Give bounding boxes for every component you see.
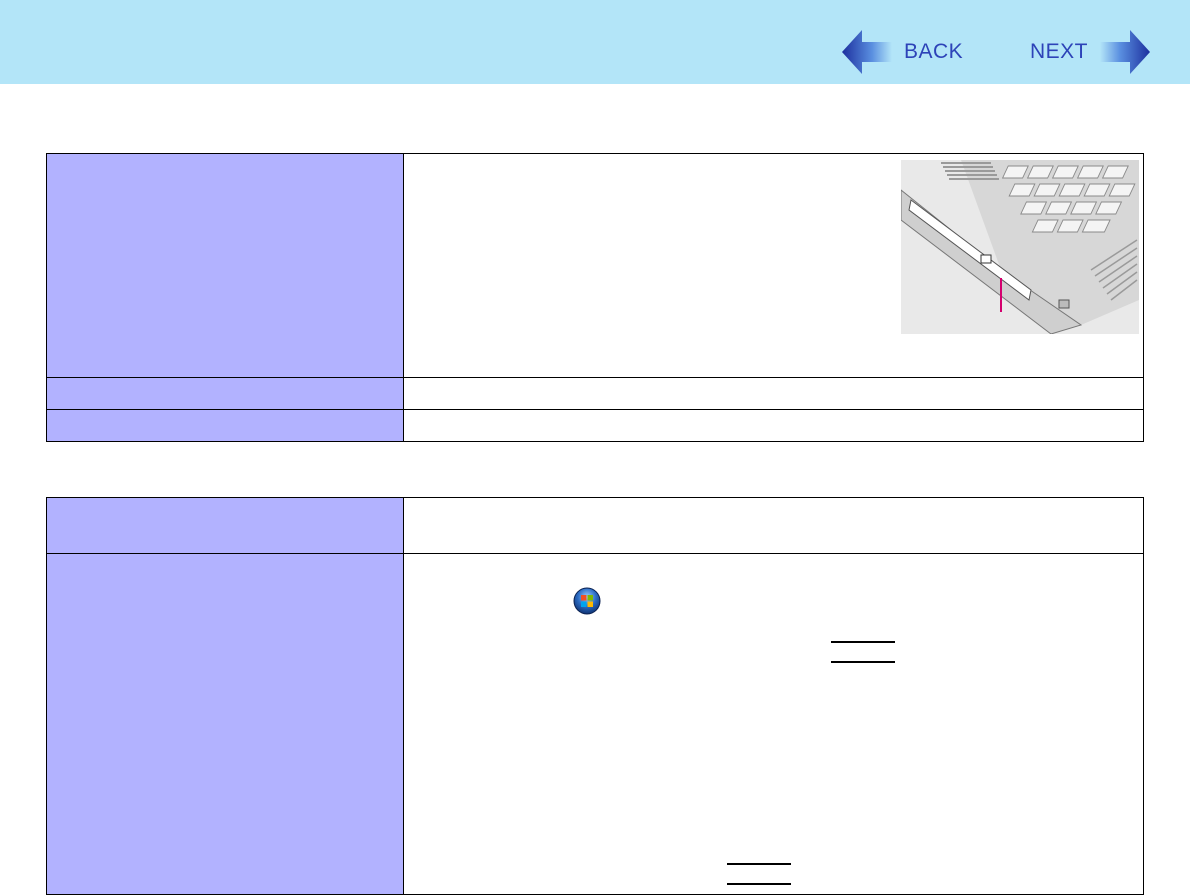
- back-button[interactable]: BACK: [842, 28, 963, 76]
- value-cell: [403, 409, 1144, 442]
- next-button[interactable]: NEXT: [1030, 28, 1151, 76]
- value-cell: [403, 497, 1144, 554]
- next-label: NEXT: [1030, 40, 1089, 63]
- page-header: BACK NEXT: [0, 0, 1190, 84]
- next-arrow-icon: [1100, 30, 1151, 74]
- table-row: [46, 377, 1144, 410]
- back-arrow-icon: [842, 30, 892, 74]
- optical-drive-photo: [901, 160, 1139, 334]
- table-row: [46, 497, 1144, 554]
- underline-mark: [727, 863, 791, 865]
- table-row: [46, 409, 1144, 442]
- key-cell: [46, 153, 404, 378]
- back-label: BACK: [904, 40, 964, 63]
- table-row: [46, 153, 1144, 378]
- value-cell: [403, 377, 1144, 410]
- windows-start-orb-icon[interactable]: [573, 587, 601, 615]
- key-cell: [46, 377, 404, 410]
- underline-mark: [831, 661, 895, 663]
- key-cell: [46, 409, 404, 442]
- value-cell: [403, 553, 1144, 895]
- key-cell: [46, 553, 404, 895]
- underline-mark: [831, 641, 895, 643]
- underline-mark: [727, 883, 791, 885]
- key-cell: [46, 497, 404, 554]
- spec-table-1: [46, 153, 1144, 442]
- spec-table-2: [46, 497, 1144, 895]
- table-row: [46, 553, 1144, 895]
- drive-photo-area: [404, 154, 1143, 377]
- value-cell: [403, 153, 1144, 378]
